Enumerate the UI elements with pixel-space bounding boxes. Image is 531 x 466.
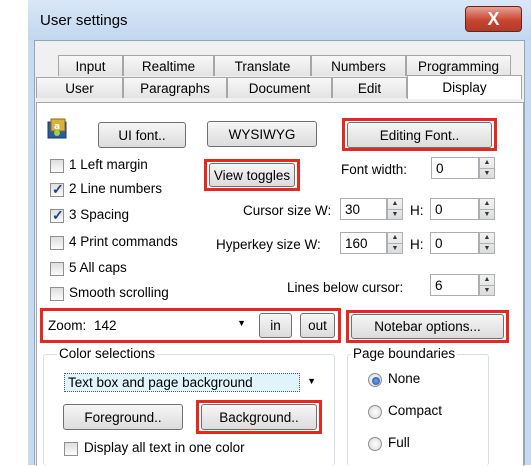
settings-window: User settings X Input Realtime Translate…: [28, 0, 531, 466]
close-icon: X: [487, 8, 500, 29]
zoom-out-button[interactable]: out: [300, 313, 335, 338]
left-margin-checkbox[interactable]: [50, 159, 64, 173]
boundary-full-radio[interactable]: [368, 437, 382, 451]
cursor-size-label: Cursor size W:: [243, 203, 332, 218]
smooth-scrolling-checkbox[interactable]: [50, 287, 64, 301]
spacing-checkbox[interactable]: [50, 207, 64, 224]
color-selections-title: Color selections: [57, 346, 158, 361]
all-caps-checkbox[interactable]: [50, 262, 64, 276]
spin-up-icon: ▲: [483, 159, 491, 167]
close-button[interactable]: X: [465, 6, 522, 32]
spacing-label: 3 Spacing: [69, 207, 130, 222]
cursor-height-label: H:: [410, 203, 424, 218]
dialog-body: Input Realtime Translate Numbers Program…: [34, 40, 525, 466]
font-settings-icon: a: [45, 118, 69, 140]
boundary-full-label: Full: [388, 435, 410, 450]
tab-paragraphs[interactable]: Paragraphs: [123, 77, 227, 98]
tab-numbers[interactable]: Numbers: [311, 55, 406, 76]
notebar-options-button[interactable]: Notebar options...: [351, 314, 504, 339]
zoom-in-button[interactable]: in: [259, 313, 292, 338]
spin-down-icon: ▼: [388, 208, 402, 220]
title-bar[interactable]: User settings X: [28, 0, 531, 40]
boundary-compact-radio[interactable]: [368, 405, 382, 419]
spin-up-icon: ▲: [483, 276, 491, 284]
cursor-width-spinner[interactable]: ▲ ▼: [387, 198, 403, 220]
foreground-button[interactable]: Foreground..: [63, 404, 183, 430]
lines-below-cursor-spinner[interactable]: ▲ ▼: [479, 274, 495, 296]
tab-input[interactable]: Input: [58, 55, 123, 76]
spin-down-icon: ▼: [480, 208, 494, 220]
spin-up-icon: ▲: [483, 200, 491, 208]
tab-realtime[interactable]: Realtime: [123, 55, 214, 76]
hyperkey-height-spinner[interactable]: ▲ ▼: [479, 232, 495, 254]
lines-below-cursor-label: Lines below cursor:: [287, 280, 404, 295]
tab-programming[interactable]: Programming: [406, 55, 511, 76]
tab-edit[interactable]: Edit: [332, 77, 407, 98]
zoom-label: Zoom:: [48, 318, 87, 333]
hyperkey-width-input[interactable]: 160: [340, 232, 387, 254]
hyperkey-height-input[interactable]: 0: [430, 232, 479, 254]
tab-display[interactable]: Display: [407, 75, 522, 99]
background-button[interactable]: Background..: [201, 404, 317, 430]
spin-up-icon: ▲: [391, 200, 399, 208]
cursor-height-spinner[interactable]: ▲ ▼: [479, 198, 495, 220]
wysiwyg-button[interactable]: WYSIWYG: [207, 121, 317, 147]
color-target-combobox[interactable]: Text box and page background ▼: [60, 370, 322, 394]
print-commands-label: 4 Print commands: [69, 234, 178, 249]
color-target-value: Text box and page background: [64, 372, 300, 392]
boundary-compact-label: Compact: [388, 403, 443, 418]
display-all-one-color-checkbox[interactable]: [64, 442, 78, 456]
line-numbers-checkbox[interactable]: [50, 181, 64, 198]
window-title: User settings: [40, 12, 128, 29]
tab-document[interactable]: Document: [227, 77, 332, 98]
zoom-combobox[interactable]: 142 ▼: [90, 314, 250, 336]
dropdown-arrow-icon: ▼: [237, 318, 246, 328]
all-caps-label: 5 All caps: [69, 260, 127, 275]
left-margin-label: 1 Left margin: [69, 157, 148, 172]
zoom-value: 142: [94, 317, 117, 333]
spin-down-icon: ▼: [480, 242, 494, 254]
font-width-spinner[interactable]: ▲ ▼: [479, 157, 495, 179]
print-commands-checkbox[interactable]: [50, 236, 64, 250]
smooth-scrolling-label: Smooth scrolling: [69, 285, 169, 300]
spin-up-icon: ▲: [483, 234, 491, 242]
lines-below-cursor-input[interactable]: 6: [430, 274, 479, 296]
editing-font-button[interactable]: Editing Font..: [347, 122, 492, 148]
cursor-width-input[interactable]: 30: [340, 198, 387, 220]
tab-user[interactable]: User: [36, 77, 123, 98]
boundary-none-label: None: [388, 371, 421, 386]
cursor-height-input[interactable]: 0: [430, 198, 479, 220]
display-all-one-color-label: Display all text in one color: [84, 440, 245, 455]
spin-down-icon: ▼: [388, 242, 402, 254]
font-width-label: Font width:: [341, 162, 408, 177]
spin-down-icon: ▼: [480, 167, 494, 179]
ui-font-button[interactable]: UI font..: [98, 122, 186, 148]
font-width-input[interactable]: 0: [431, 157, 479, 179]
tab-translate[interactable]: Translate: [214, 55, 311, 76]
line-numbers-label: 2 Line numbers: [69, 181, 163, 196]
boundary-none-radio[interactable]: [368, 373, 382, 387]
hyperkey-width-spinner[interactable]: ▲ ▼: [387, 232, 403, 254]
hyperkey-height-label: H:: [410, 237, 424, 252]
spin-up-icon: ▲: [391, 234, 399, 242]
hyperkey-size-label: Hyperkey size W:: [216, 237, 321, 252]
view-toggles-button[interactable]: View toggles: [209, 163, 295, 187]
dropdown-arrow-icon: ▼: [307, 376, 316, 386]
page-boundaries-title: Page boundaries: [351, 346, 458, 361]
spin-down-icon: ▼: [480, 284, 494, 296]
